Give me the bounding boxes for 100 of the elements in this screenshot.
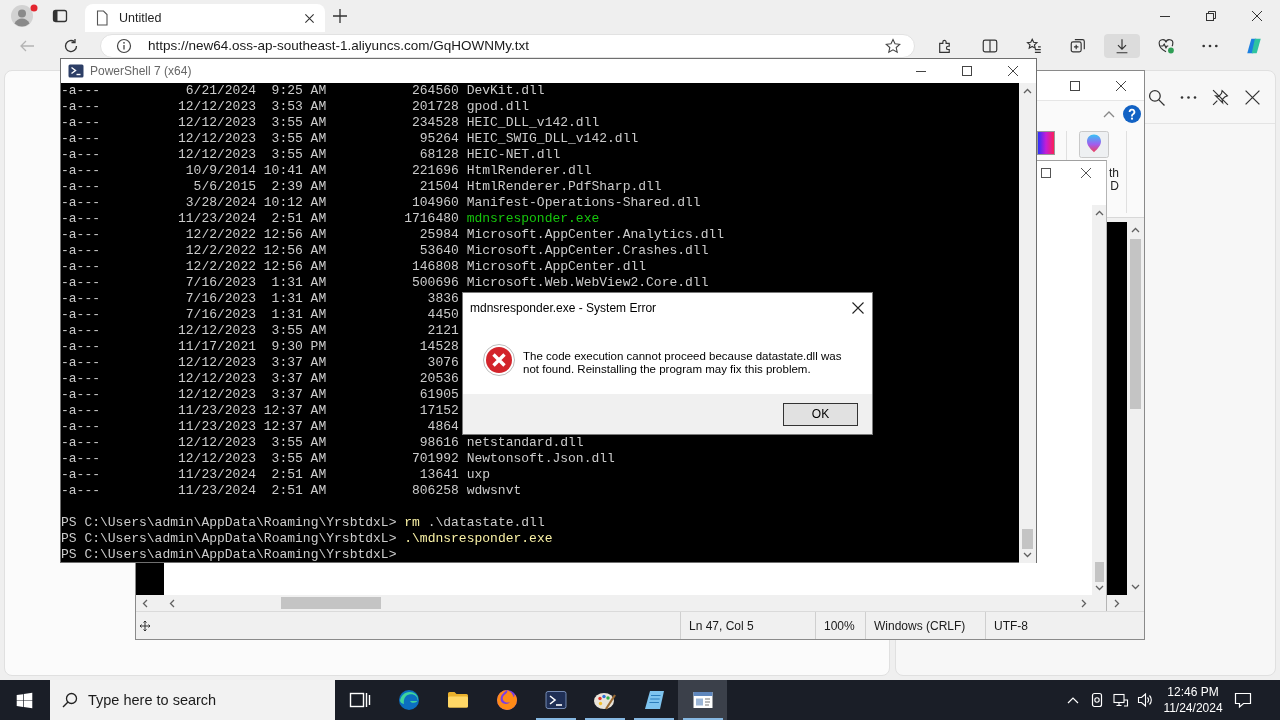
network-icon[interactable]: [1113, 692, 1129, 708]
more-icon: [1201, 44, 1219, 48]
zoom-level: 100%: [815, 612, 865, 639]
close-icon[interactable]: [1244, 88, 1261, 106]
scroll-down-icon[interactable]: [1023, 552, 1032, 558]
file-date: 6/21/2024: [185, 83, 256, 99]
file-time: 10:41 AM: [263, 163, 327, 179]
unpin-icon[interactable]: [1212, 88, 1229, 106]
scroll-thumb[interactable]: [1022, 529, 1033, 549]
file-date: 7/16/2023: [185, 291, 256, 307]
ribbon-label-text[interactable]: D: [1110, 180, 1119, 193]
more-icon[interactable]: [1180, 95, 1197, 99]
plus-icon[interactable]: [332, 8, 348, 24]
device-icon[interactable]: [1089, 692, 1105, 708]
color-gradient-icon[interactable]: [1037, 131, 1055, 155]
refresh-icon[interactable]: [63, 38, 79, 54]
scroll-up-icon[interactable]: [1023, 88, 1032, 94]
file-size: 104960: [412, 195, 459, 211]
file-date: 12/12/2023: [178, 99, 256, 115]
downloads-button[interactable]: [1104, 34, 1140, 58]
file-date: 3/28/2024: [185, 195, 256, 211]
favorite-star-icon[interactable]: [885, 38, 901, 54]
search-box[interactable]: Type here to search: [50, 680, 335, 720]
file-time: 3:37 AM: [271, 371, 327, 387]
horizontal-scrollbar[interactable]: [164, 595, 1106, 611]
file-mode: -a---: [61, 307, 100, 323]
close-icon[interactable]: [1008, 66, 1018, 76]
file-size: 500696: [412, 275, 459, 291]
file-time: 3:55 AM: [271, 115, 327, 131]
file-mode: -a---: [61, 131, 100, 147]
profile-avatar-icon[interactable]: [10, 4, 38, 28]
panel-square-icon[interactable]: [52, 8, 68, 24]
command-text: rm: [404, 515, 420, 531]
file-mode: -a---: [61, 227, 100, 243]
file-date: 12/12/2023: [178, 435, 256, 451]
vertical-scrollbar[interactable]: [1019, 83, 1036, 563]
close-icon[interactable]: [304, 12, 315, 24]
text-encoding: UTF-8: [985, 612, 1105, 639]
file-mode: -a---: [61, 467, 100, 483]
scroll-left-icon[interactable]: [169, 598, 175, 608]
search-icon[interactable]: [1148, 88, 1165, 106]
file-mode: -a---: [61, 211, 100, 227]
file-size: 3836: [427, 291, 459, 307]
vertical-scrollbar[interactable]: [1092, 205, 1106, 595]
minimize-icon[interactable]: [916, 70, 926, 72]
file-date: 12/2/2022: [185, 259, 256, 275]
file-mode: -a---: [61, 163, 100, 179]
info-icon[interactable]: [116, 38, 132, 54]
prompt-path: PS C:\Users\admin\AppData\Roaming\YrsbtdxL>: [61, 547, 397, 563]
taskbar-button[interactable]: [678, 680, 727, 720]
file-mode: -a---: [61, 291, 100, 307]
scroll-up-icon[interactable]: [1131, 227, 1140, 233]
dialog-title: mdnsresponder.exe - System Error: [470, 300, 657, 315]
window-title: PowerShell 7 (x64): [90, 64, 192, 78]
browser-tab[interactable]: Untitled: [85, 4, 325, 32]
ok-button[interactable]: OK: [783, 402, 858, 426]
file-name: Manifest-Operations-Shared.dll: [466, 195, 701, 211]
volume-icon[interactable]: [1137, 692, 1153, 708]
file-size: 221696: [412, 163, 459, 179]
close-icon[interactable]: [1081, 168, 1091, 178]
search-input[interactable]: Type here to search: [88, 692, 318, 708]
file-time: 12:56 AM: [263, 227, 327, 243]
file-date: 5/6/2015: [193, 179, 256, 195]
help-icon[interactable]: [1123, 105, 1141, 123]
close-icon[interactable]: [852, 301, 864, 314]
start-icon[interactable]: [15, 691, 33, 709]
maximize-icon[interactable]: [1070, 80, 1080, 91]
scroll-up-icon[interactable]: [1094, 210, 1104, 216]
file-time: 2:51 AM: [271, 483, 327, 499]
heart-pulse-icon: [1157, 37, 1175, 55]
minimize-icon[interactable]: [1160, 15, 1170, 17]
scroll-thumb[interactable]: [1094, 562, 1104, 582]
file-mode: -a---: [61, 371, 100, 387]
scroll-left-icon: [142, 598, 148, 608]
file-size: 98616: [419, 435, 459, 451]
file-name: HEIC-NET.dll: [466, 147, 561, 163]
star-list-icon: [1025, 37, 1043, 55]
prompt-path: PS C:\Users\admin\AppData\Roaming\YrsbtdxL>: [61, 531, 397, 547]
file-time: 3:55 AM: [271, 323, 327, 339]
maximize-icon[interactable]: [962, 66, 972, 76]
file-time: 2:39 AM: [271, 179, 327, 195]
scroll-down-icon[interactable]: [1131, 584, 1140, 590]
maximize-icon[interactable]: [1041, 168, 1051, 178]
scroll-thumb[interactable]: [1130, 239, 1141, 409]
file-name: uxp: [466, 467, 491, 483]
file-time: 12:37 AM: [263, 403, 327, 419]
file-time: 1:31 AM: [271, 291, 327, 307]
file-time: 9:30 PM: [271, 339, 327, 355]
close-icon[interactable]: [1116, 80, 1126, 91]
address-bar[interactable]: https://new64.oss-ap-southeast-1.aliyuncs.com/GqHOWNMy.txt: [100, 34, 915, 58]
file-size: 264560: [412, 83, 459, 99]
file-name: Newtonsoft.Json.dll: [466, 451, 615, 467]
notification-icon[interactable]: [1234, 691, 1252, 709]
restore-icon[interactable]: [1206, 11, 1216, 21]
scroll-thumb[interactable]: [281, 597, 381, 609]
scroll-right-icon[interactable]: [1081, 598, 1087, 608]
ribbon-label-text[interactable]: th: [1109, 167, 1119, 180]
balloon-icon[interactable]: [1079, 131, 1109, 158]
close-icon[interactable]: [1252, 11, 1262, 21]
scroll-down-icon[interactable]: [1094, 585, 1104, 591]
